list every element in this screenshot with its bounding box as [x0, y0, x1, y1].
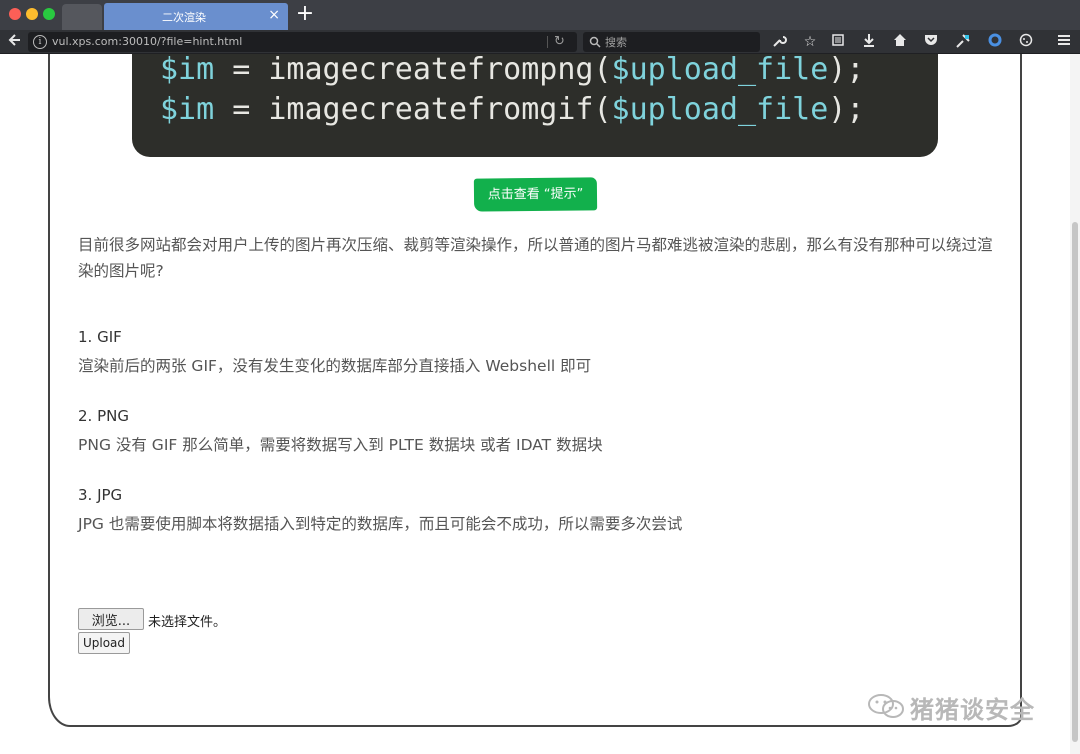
tab-title: 二次渲染 — [162, 11, 206, 24]
code-line: $im = imagecreatefromgif($upload_file); — [160, 92, 865, 127]
watermark-text: 猪猪谈安全 — [910, 696, 1035, 724]
file-status-text: 未选择文件。 — [148, 615, 227, 630]
scrollbar-thumb[interactable] — [1072, 222, 1078, 742]
reading-list-icon[interactable] — [829, 33, 847, 51]
cookie-icon[interactable] — [1017, 33, 1035, 51]
section-body-jpg: JPG 也需要使用脚本将数据插入到特定的数据库，而且可能会不成功，所以需要多次尝… — [78, 515, 683, 533]
code-block: $im = imagecreatefrompng($upload_file); … — [132, 54, 938, 157]
url-bar[interactable]: i vul.xps.com:30010/?file=hint.html ↻ — [28, 32, 577, 52]
reload-icon[interactable]: ↻ — [554, 33, 565, 51]
back-button[interactable] — [6, 33, 24, 51]
back-arrow-icon — [8, 34, 20, 46]
wrench-icon[interactable] — [770, 33, 788, 51]
browse-button[interactable]: 浏览... — [78, 608, 144, 630]
circle-extension-icon[interactable] — [986, 33, 1004, 51]
menu-icon[interactable] — [1055, 33, 1073, 51]
tab-active[interactable]: 二次渲染 × — [104, 3, 288, 30]
search-bar[interactable] — [583, 32, 760, 52]
page-scrollbar[interactable] — [1070, 54, 1080, 754]
download-icon[interactable] — [860, 33, 878, 51]
tab-close-icon[interactable]: × — [268, 7, 280, 23]
intro-paragraph: 目前很多网站都会对用户上传的图片再次压缩、裁剪等渲染操作，所以普通的图片马都难逃… — [78, 236, 993, 280]
url-divider — [547, 36, 548, 48]
close-window-button[interactable] — [9, 8, 21, 20]
minimize-window-button[interactable] — [26, 8, 38, 20]
upload-button[interactable]: Upload — [78, 632, 130, 654]
section-title-jpg: 3. JPG — [78, 486, 123, 504]
code-line: $im = imagecreatefrompng($upload_file); — [160, 54, 865, 87]
info-icon[interactable]: i — [33, 35, 47, 49]
section-body-png: PNG 没有 GIF 那么简单，需要将数据写入到 PLTE 数据块 或者 IDA… — [78, 436, 603, 454]
tab-bar: 二次渲染 × + — [0, 0, 1080, 30]
section-title-png: 2. PNG — [78, 407, 129, 425]
bookmark-star-icon[interactable]: ☆ — [801, 33, 819, 51]
home-icon[interactable] — [891, 33, 909, 51]
section-title-gif: 1. GIF — [78, 328, 122, 346]
tab-inactive[interactable] — [62, 4, 102, 30]
extension-icon[interactable] — [954, 33, 972, 51]
zoom-window-button[interactable] — [43, 8, 55, 20]
search-input[interactable] — [605, 34, 755, 50]
section-body-gif: 渲染前后的两张 GIF，没有发生变化的数据库部分直接插入 Webshell 即可 — [78, 357, 592, 375]
search-icon — [589, 36, 601, 48]
url-text[interactable]: vul.xps.com:30010/?file=hint.html — [52, 35, 242, 48]
page-viewport: $im = imagecreatefrompng($upload_file); … — [0, 54, 1080, 754]
new-tab-button[interactable]: + — [294, 3, 316, 25]
pocket-icon[interactable] — [922, 33, 940, 51]
wechat-icon — [868, 694, 904, 718]
show-hint-button[interactable]: 点击查看 “提示” — [473, 177, 598, 212]
navigation-toolbar: i vul.xps.com:30010/?file=hint.html ↻ ☆ — [0, 30, 1080, 54]
